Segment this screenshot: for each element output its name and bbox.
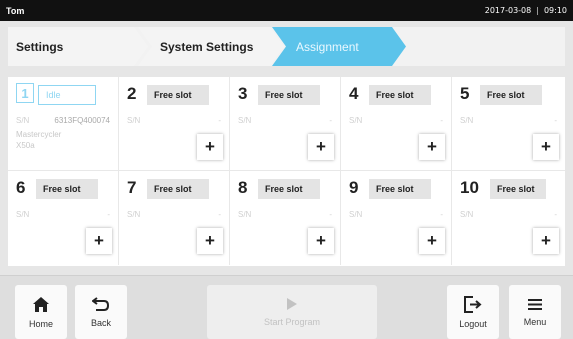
slot-number: 3 <box>238 84 248 103</box>
add-device-button[interactable]: + <box>419 228 445 254</box>
status-bar: Tom 2017-03-08 | 09:10 <box>0 0 573 21</box>
serial-label: S/N <box>127 116 141 125</box>
slot-4: 4 Free slot S/N - + <box>341 77 452 171</box>
slot-status: Free slot <box>147 179 209 199</box>
slot-status: Free slot <box>369 85 431 105</box>
slot-number: 10 <box>460 178 479 197</box>
logout-icon <box>464 295 482 313</box>
slot-status: Free slot <box>369 179 431 199</box>
add-device-button[interactable]: + <box>86 228 112 254</box>
slot-number: 2 <box>127 84 137 103</box>
slot-status: Free slot <box>490 179 546 199</box>
add-device-button[interactable]: + <box>533 228 559 254</box>
slot-1[interactable]: 1 Idle S/N 6313FQ400074 Mastercycler X50… <box>8 77 119 171</box>
breadcrumb-system-settings[interactable]: System Settings <box>138 27 284 66</box>
start-program-label: Start Program <box>263 317 321 327</box>
device-model-line2: X50a <box>16 141 35 150</box>
serial-label: S/N <box>16 210 30 219</box>
slot-10: 10 Free slot S/N - + <box>452 171 565 265</box>
slot-number: 1 <box>16 83 34 103</box>
menu-label: Menu <box>523 316 547 327</box>
serial-value: - <box>554 210 557 219</box>
start-program-button[interactable]: Start Program <box>207 285 377 339</box>
slot-status: Idle <box>38 85 96 105</box>
back-label: Back <box>90 318 111 328</box>
serial-value: - <box>329 210 332 219</box>
user-name: Tom <box>6 5 25 16</box>
breadcrumb: Settings System Settings Assignment <box>8 27 565 66</box>
menu-icon <box>528 298 542 310</box>
slot-5: 5 Free slot S/N - + <box>452 77 565 171</box>
add-device-button[interactable]: + <box>419 134 445 160</box>
serial-value: - <box>218 116 221 125</box>
slot-number: 8 <box>238 178 248 197</box>
device-model: Mastercycler X50a <box>16 129 61 151</box>
add-device-button[interactable]: + <box>308 228 334 254</box>
slot-8: 8 Free slot S/N - + <box>230 171 341 265</box>
add-device-button[interactable]: + <box>308 134 334 160</box>
serial-label: S/N <box>349 116 363 125</box>
time: 09:10 <box>543 6 567 15</box>
bottom-nav-bar: Home Back Start Program Logout Menu <box>0 275 573 339</box>
slot-6: 6 Free slot S/N - + <box>8 171 119 265</box>
slot-2: 2 Free slot S/N - + <box>119 77 230 171</box>
add-device-button[interactable]: + <box>533 134 559 160</box>
slot-3: 3 Free slot S/N - + <box>230 77 341 171</box>
menu-button[interactable]: Menu <box>509 285 561 339</box>
slot-number: 6 <box>16 178 26 197</box>
logout-label: Logout <box>459 318 487 329</box>
serial-label: S/N <box>460 210 474 219</box>
serial-label: S/N <box>127 210 141 219</box>
date-time-separator: | <box>536 6 539 15</box>
slot-number: 7 <box>127 178 137 197</box>
serial-value: - <box>440 116 443 125</box>
breadcrumb-assignment: Assignment <box>272 27 406 66</box>
date-time: 2017-03-08 | 09:10 <box>485 6 567 15</box>
back-button[interactable]: Back <box>75 285 127 339</box>
slot-number: 9 <box>349 178 359 197</box>
serial-value: - <box>440 210 443 219</box>
home-button[interactable]: Home <box>15 285 67 339</box>
serial-label: S/N <box>16 116 30 125</box>
play-icon <box>287 298 297 310</box>
serial-value: - <box>554 116 557 125</box>
back-arrow-icon <box>92 297 110 311</box>
slot-grid: 1 Idle S/N 6313FQ400074 Mastercycler X50… <box>8 77 565 266</box>
serial-value: - <box>218 210 221 219</box>
serial-value: - <box>329 116 332 125</box>
serial-value: 6313FQ400074 <box>54 116 110 125</box>
slot-7: 7 Free slot S/N - + <box>119 171 230 265</box>
serial-label: S/N <box>460 116 474 125</box>
slot-status: Free slot <box>258 179 320 199</box>
slot-status: Free slot <box>480 85 542 105</box>
breadcrumb-settings[interactable]: Settings <box>8 27 148 66</box>
slot-9: 9 Free slot S/N - + <box>341 171 452 265</box>
serial-label: S/N <box>238 210 252 219</box>
slot-number: 4 <box>349 84 359 103</box>
logout-button[interactable]: Logout <box>447 285 499 339</box>
home-label: Home <box>28 318 53 329</box>
date: 2017-03-08 <box>484 6 532 15</box>
add-device-button[interactable]: + <box>197 228 223 254</box>
slot-number: 5 <box>460 84 470 103</box>
slot-status: Free slot <box>258 85 320 105</box>
add-device-button[interactable]: + <box>197 134 223 160</box>
slot-status: Free slot <box>147 85 209 105</box>
slot-status: Free slot <box>36 179 98 199</box>
serial-label: S/N <box>349 210 363 219</box>
serial-value: - <box>107 210 110 219</box>
home-icon <box>33 296 49 312</box>
serial-label: S/N <box>238 116 252 125</box>
device-model-line1: Mastercycler <box>16 130 62 139</box>
